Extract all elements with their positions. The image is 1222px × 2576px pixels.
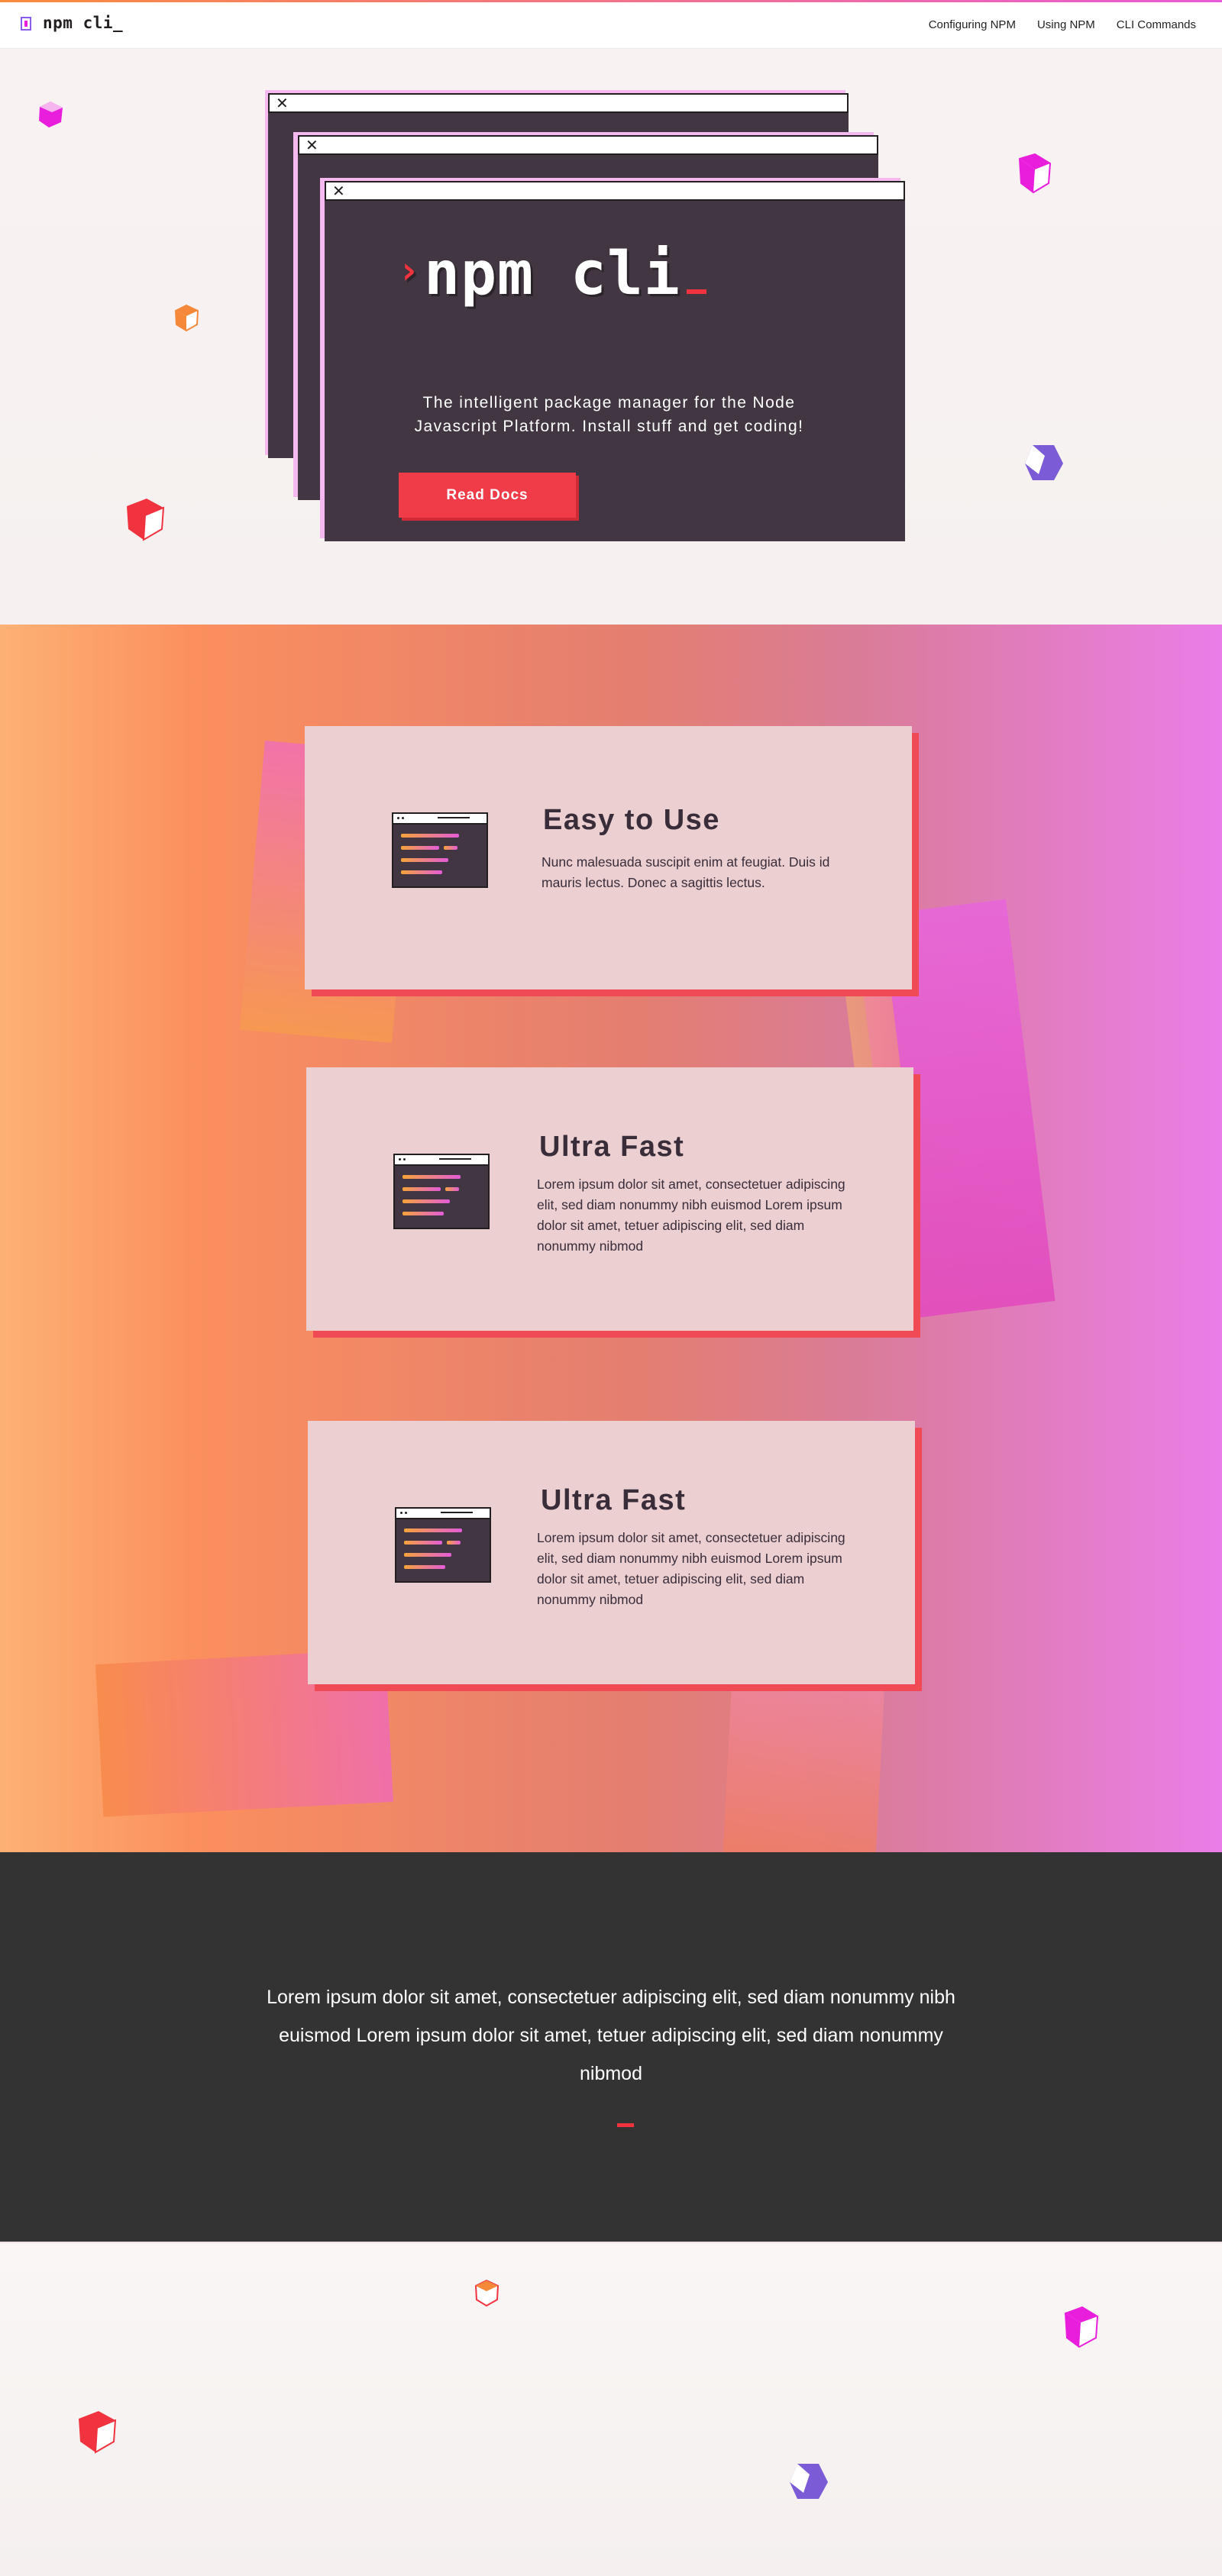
close-icon[interactable]: ✕ [276,95,289,111]
cube-icon [1018,153,1052,194]
banner-dash [617,2123,634,2127]
hero-description: The intelligent package manager for the … [414,394,804,435]
feature-title: Ultra Fast [541,1484,687,1516]
cube-icon [39,102,63,128]
close-icon[interactable]: ✕ [306,137,318,153]
cube-icon [127,499,165,541]
feature-title: Easy to Use [543,804,720,836]
banner-section: Lorem ipsum dolor sit amet, consectetuer… [0,1852,1222,2242]
cube-icon [174,304,199,332]
cube-icon [1025,445,1063,480]
terminal-window-icon [392,812,488,888]
terminal-window-icon [393,1154,490,1229]
prompt-chevron-icon: › [397,248,422,292]
nav-link-cli-commands[interactable]: CLI Commands [1117,18,1196,31]
nav-links: Configuring NPM Using NPM CLI Commands [929,18,1196,31]
features-section: Easy to Use Nunc malesuada suscipit enim… [0,625,1222,1852]
window-titlebar: ✕ [298,135,878,155]
window-titlebar: ✕ [325,181,905,201]
brand-logo[interactable]: npm cli_ [43,14,123,32]
feature-text: Lorem ipsum dolor sit amet, consectetuer… [537,1177,845,1254]
cube-icon [790,2464,828,2499]
cube-icon [1064,2306,1099,2348]
feature-card: Ultra Fast Lorem ipsum dolor sit amet, c… [306,1067,913,1331]
nav-link-configuring-npm[interactable]: Configuring NPM [929,18,1016,31]
npm-logo-icon[interactable] [21,17,31,31]
window-titlebar: ✕ [268,93,849,113]
hero-section: ✕ ✕ ✕ ›npm cli The intelligent package m… [0,49,1222,625]
feature-card: Ultra Fast Lorem ipsum dolor sit amet, c… [308,1421,915,1684]
nav-link-using-npm[interactable]: Using NPM [1037,18,1095,31]
cube-icon [474,2279,499,2307]
navbar: npm cli_ Configuring NPM Using NPM CLI C… [0,2,1222,49]
footer-section [0,2242,1222,2576]
cube-icon [79,2411,117,2454]
cursor-icon [686,289,706,294]
feature-text: Lorem ipsum dolor sit amet, consectetuer… [537,1530,845,1607]
feature-card: Easy to Use Nunc malesuada suscipit enim… [305,726,912,989]
feature-text: Nunc malesuada suscipit enim at feugiat.… [541,854,830,890]
read-docs-button[interactable]: Read Docs [399,473,576,518]
close-icon[interactable]: ✕ [332,182,345,199]
hero-title-text: npm cli [424,240,681,308]
banner-text: Lorem ipsum dolor sit amet, consectetuer… [267,1987,955,2084]
terminal-window-icon [395,1507,491,1583]
hero-title: ›npm cli [397,240,706,308]
feature-title: Ultra Fast [539,1131,685,1163]
